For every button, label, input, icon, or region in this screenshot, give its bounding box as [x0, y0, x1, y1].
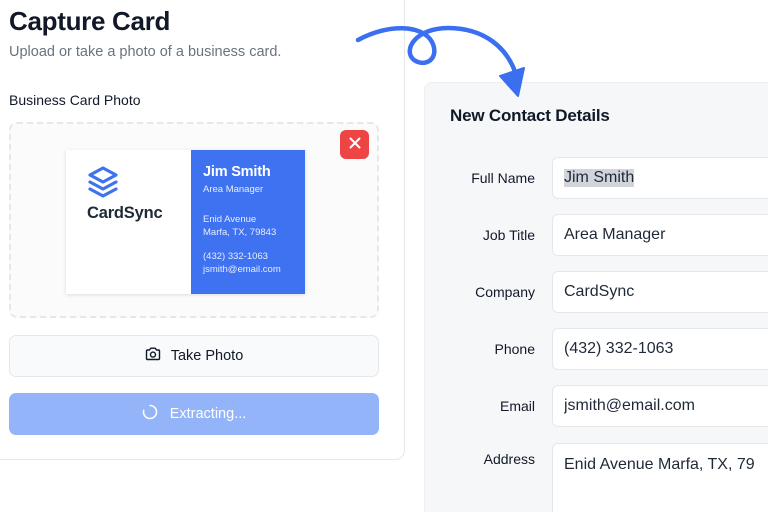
business-card-info: Jim Smith Area Manager Enid Avenue Marfa…: [191, 150, 305, 294]
phone-label: Phone: [494, 341, 535, 357]
remove-photo-button[interactable]: [340, 130, 369, 159]
business-card-image: CardSync Jim Smith Area Manager Enid Ave…: [66, 150, 305, 294]
card-person-name: Jim Smith: [203, 164, 271, 180]
take-photo-label: Take Photo: [170, 348, 244, 364]
full-name-field[interactable]: Jim Smith: [552, 157, 768, 199]
take-photo-button[interactable]: Take Photo: [9, 335, 379, 377]
close-icon: [349, 136, 361, 154]
card-job-title: Area Manager: [203, 184, 264, 195]
full-name-label: Full Name: [471, 170, 535, 186]
job-title-label: Job Title: [482, 227, 535, 243]
business-card-front: CardSync: [66, 150, 191, 294]
card-address-line1: Enid Avenue: [203, 214, 257, 225]
extract-label: Extracting...: [169, 406, 247, 422]
extract-button[interactable]: Extracting...: [9, 393, 379, 435]
flow-arrow: [355, 25, 525, 97]
email-field[interactable]: [552, 385, 768, 427]
card-address-line2: Marfa, TX, 79843: [203, 227, 277, 238]
address-field[interactable]: Enid Avenue Marfa, TX, 79: [552, 443, 768, 512]
spinner-icon: [142, 404, 158, 425]
card-email: jsmith@email.com: [203, 264, 281, 275]
business-card-photo-label: Business Card Photo: [9, 92, 141, 108]
capture-title: Capture Card: [9, 6, 171, 36]
phone-field[interactable]: [552, 328, 768, 370]
full-name-value: Jim Smith: [564, 169, 635, 187]
layers-icon: [88, 166, 118, 203]
job-title-field[interactable]: [552, 214, 768, 256]
company-label: Company: [475, 284, 535, 300]
capture-subtitle: Upload or take a photo of a business car…: [9, 44, 282, 60]
card-phone: (432) 332-1063: [203, 251, 268, 262]
address-label: Address: [483, 451, 535, 467]
email-label: Email: [499, 398, 535, 414]
camera-icon: [145, 347, 161, 366]
app-screen: Capture Card Upload or take a photo of a…: [0, 0, 768, 512]
company-field[interactable]: [552, 271, 768, 313]
card-brand-name: CardSync: [87, 204, 163, 222]
